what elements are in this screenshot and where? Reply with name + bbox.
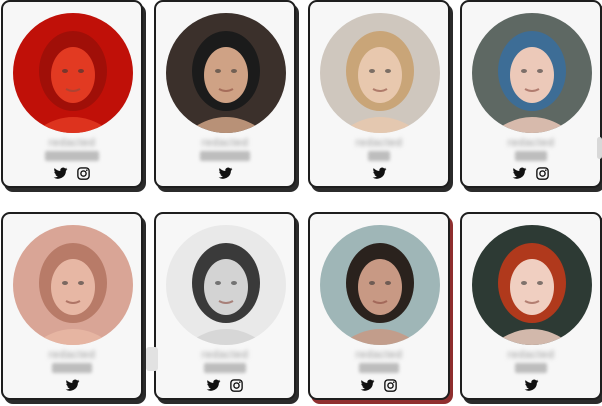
avatar (13, 13, 133, 133)
social-links (310, 166, 448, 186)
profile-name: redacted (48, 137, 96, 149)
profile-handle (3, 151, 141, 163)
instagram-icon[interactable] (383, 378, 398, 398)
profile-handle (310, 151, 448, 163)
twitter-icon[interactable] (206, 378, 221, 398)
scroll-arrow-left[interactable] (146, 347, 158, 371)
profile-name: redacted (355, 349, 403, 361)
social-links (462, 166, 600, 186)
profile-name: redacted (355, 137, 403, 149)
avatar (13, 225, 133, 345)
profile-handle (156, 363, 294, 375)
profile-card[interactable]: redacted (1, 0, 143, 188)
twitter-icon[interactable] (65, 378, 80, 398)
social-links (156, 378, 294, 398)
social-links (3, 378, 141, 398)
instagram-icon[interactable] (229, 378, 244, 398)
profile-name: redacted (507, 137, 555, 149)
scroll-handle-right[interactable] (597, 137, 602, 159)
profile-card[interactable]: redacted (154, 0, 296, 188)
twitter-icon[interactable] (53, 166, 68, 186)
profile-name: redacted (201, 349, 249, 361)
profile-card[interactable]: redacted (308, 212, 450, 400)
profile-card[interactable]: redacted (308, 0, 450, 188)
instagram-icon[interactable] (76, 166, 91, 186)
profile-card[interactable]: redacted (1, 212, 143, 400)
profile-handle (156, 151, 294, 163)
twitter-icon[interactable] (512, 166, 527, 186)
profile-handle (462, 151, 600, 163)
social-links (462, 378, 600, 398)
profile-name: redacted (507, 349, 555, 361)
avatar (320, 13, 440, 133)
social-links (310, 378, 448, 398)
profile-handle (310, 363, 448, 375)
avatar (472, 225, 592, 345)
profile-handle (3, 363, 141, 375)
profile-name: redacted (48, 349, 96, 361)
twitter-icon[interactable] (360, 378, 375, 398)
twitter-icon[interactable] (372, 166, 387, 186)
social-links (3, 166, 141, 186)
avatar (472, 13, 592, 133)
avatar (166, 13, 286, 133)
avatar (166, 225, 286, 345)
instagram-icon[interactable] (535, 166, 550, 186)
twitter-icon[interactable] (524, 378, 539, 398)
social-links (156, 166, 294, 186)
profile-handle (462, 363, 600, 375)
profile-card[interactable]: redacted (460, 212, 602, 400)
twitter-icon[interactable] (218, 166, 233, 186)
avatar (320, 225, 440, 345)
profile-card[interactable]: redacted (154, 212, 296, 400)
profile-card[interactable]: redacted (460, 0, 602, 188)
profile-name: redacted (201, 137, 249, 149)
